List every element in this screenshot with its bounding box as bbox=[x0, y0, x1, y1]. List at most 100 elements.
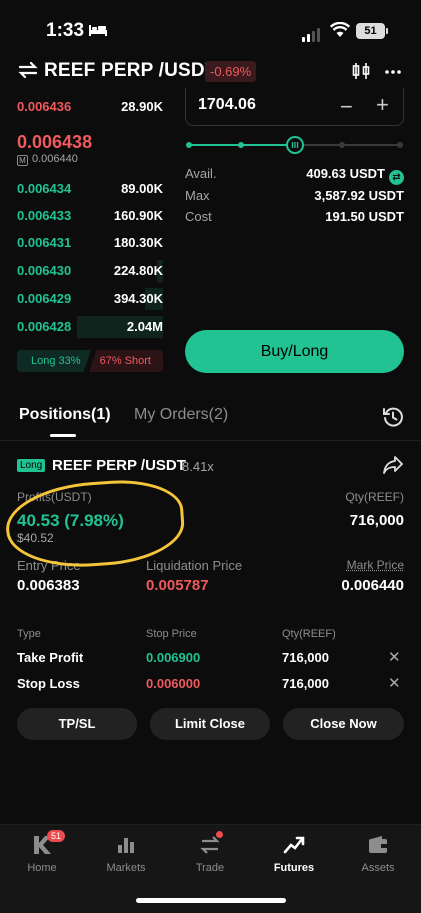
more-options-icon[interactable] bbox=[385, 70, 401, 74]
bid-row[interactable]: 0.006433 160.90K bbox=[17, 205, 163, 227]
avail-value-row: 409.63 USDT ⇄ bbox=[306, 166, 404, 185]
nav-futures[interactable]: Futures bbox=[259, 832, 329, 874]
mark-price-icon: M bbox=[17, 155, 28, 166]
quantity-decrease-button[interactable]: − bbox=[340, 94, 353, 120]
stop-loss-qty: 716,000 bbox=[282, 676, 329, 691]
bid-qty: 394.30K bbox=[113, 291, 163, 306]
swap-pair-icon[interactable] bbox=[18, 62, 38, 78]
cancel-take-profit-icon[interactable]: ✕ bbox=[388, 648, 401, 666]
bid-qty: 160.90K bbox=[113, 208, 163, 223]
qty-label: Qty(REEF) bbox=[345, 490, 404, 504]
notification-badge: 51 bbox=[47, 830, 66, 842]
trading-pair-title[interactable]: REEF PERP /USDT bbox=[44, 60, 217, 82]
mark-price-label[interactable]: Mark Price bbox=[347, 558, 404, 572]
stop-loss-type: Stop Loss bbox=[17, 676, 80, 691]
cost-label: Cost bbox=[185, 209, 212, 224]
slider-thumb[interactable] bbox=[286, 136, 304, 154]
bid-row[interactable]: 0.006431 180.30K bbox=[17, 232, 163, 254]
bid-row[interactable]: 0.006430 224.80K bbox=[17, 260, 163, 282]
home-indicator bbox=[136, 898, 286, 903]
wifi-icon bbox=[330, 22, 350, 37]
take-profit-price: 0.006900 bbox=[146, 650, 201, 665]
tab-positions[interactable]: Positions(1) bbox=[19, 406, 111, 424]
last-price: 0.006438 bbox=[17, 132, 93, 152]
transfer-icon[interactable]: ⇄ bbox=[389, 170, 404, 185]
slider-step-dot[interactable] bbox=[186, 142, 192, 148]
bid-row[interactable]: 0.006434 89.00K bbox=[17, 178, 163, 200]
close-now-button[interactable]: Close Now bbox=[283, 708, 404, 740]
bid-qty: 2.04M bbox=[126, 319, 163, 334]
liquidation-price-label: Liquidation Price bbox=[146, 558, 243, 573]
nav-home[interactable]: Home bbox=[7, 832, 77, 874]
mark-price-value: 0.006440 bbox=[341, 577, 404, 594]
bid-row[interactable]: 0.006429 394.30K bbox=[17, 288, 163, 310]
max-label: Max bbox=[185, 188, 210, 203]
share-icon[interactable] bbox=[382, 455, 404, 475]
avail-value: 409.63 USDT bbox=[306, 166, 385, 181]
status-time: 1:33 bbox=[46, 20, 85, 41]
bid-row[interactable]: 0.006428 2.04M bbox=[17, 316, 163, 338]
avail-label: Avail. bbox=[185, 166, 217, 181]
trade-notification-dot bbox=[216, 831, 223, 838]
nav-home-label: Home bbox=[27, 862, 57, 874]
bid-price: 0.006434 bbox=[17, 181, 72, 196]
active-tab-indicator bbox=[50, 434, 76, 437]
nav-assets[interactable]: Assets bbox=[343, 832, 413, 874]
slider-grip-icon bbox=[291, 142, 299, 148]
cost-value: 191.50 USDT bbox=[325, 209, 404, 224]
ask-price: 0.006436 bbox=[17, 99, 72, 114]
stop-loss-price: 0.006000 bbox=[146, 676, 201, 691]
position-pair: REEF PERP /USDT bbox=[52, 457, 186, 474]
bid-price: 0.006429 bbox=[17, 291, 72, 306]
markets-icon bbox=[118, 838, 134, 853]
tab-my-orders[interactable]: My Orders(2) bbox=[134, 406, 228, 424]
cancel-stop-loss-icon[interactable]: ✕ bbox=[388, 674, 401, 692]
slider-step-dot[interactable] bbox=[397, 142, 403, 148]
limit-close-button[interactable]: Limit Close bbox=[150, 708, 270, 740]
type-header: Type bbox=[17, 628, 41, 640]
qty-value: 716,000 bbox=[349, 512, 404, 529]
sleep-focus-icon bbox=[89, 25, 107, 36]
nav-futures-label: Futures bbox=[273, 862, 315, 874]
history-icon[interactable] bbox=[382, 406, 404, 428]
mark-price-value: 0.006440 bbox=[32, 153, 78, 165]
long-short-ratio: Long 33% 67% Short bbox=[17, 350, 163, 372]
qty-header: Qty(REEF) bbox=[282, 628, 336, 640]
nav-trade-label: Trade bbox=[195, 862, 225, 874]
short-ratio: 67% Short bbox=[89, 350, 163, 372]
max-value: 3,587.92 USDT bbox=[314, 188, 404, 203]
bid-price: 0.006428 bbox=[17, 319, 72, 334]
mark-price-small: M 0.006440 bbox=[17, 153, 78, 166]
stop-price-header: Stop Price bbox=[146, 628, 197, 640]
price-change-badge: -0.69% bbox=[205, 61, 257, 82]
take-profit-qty: 716,000 bbox=[282, 650, 329, 665]
battery-icon: 51 bbox=[356, 23, 385, 39]
entry-price-value: 0.006383 bbox=[17, 577, 80, 594]
cellular-signal-icon bbox=[302, 24, 322, 42]
bid-price: 0.006433 bbox=[17, 208, 72, 223]
bid-price: 0.006430 bbox=[17, 263, 72, 278]
trade-icon bbox=[200, 836, 220, 854]
battery-tip bbox=[386, 28, 388, 34]
quantity-increase-button[interactable]: + bbox=[376, 92, 389, 118]
liquidation-price-value: 0.005787 bbox=[146, 577, 209, 594]
buy-long-button[interactable]: Buy/Long bbox=[185, 330, 404, 373]
bid-qty: 89.00K bbox=[121, 181, 163, 196]
futures-icon bbox=[283, 836, 305, 854]
candlestick-chart-icon[interactable] bbox=[352, 62, 370, 80]
ask-row[interactable]: 0.006436 28.90K bbox=[17, 96, 163, 118]
slider-step-dot[interactable] bbox=[339, 142, 345, 148]
position-leverage: 8.41x bbox=[182, 459, 214, 474]
bid-qty: 180.30K bbox=[113, 235, 163, 250]
nav-trade[interactable]: Trade bbox=[175, 832, 245, 874]
divider bbox=[0, 440, 421, 441]
take-profit-type: Take Profit bbox=[17, 650, 84, 665]
quantity-input[interactable]: 1704.06 bbox=[198, 96, 256, 114]
tpsl-button[interactable]: TP/SL bbox=[17, 708, 137, 740]
long-ratio: Long 33% bbox=[17, 350, 91, 372]
slider-step-dot[interactable] bbox=[238, 142, 244, 148]
wallet-icon bbox=[369, 836, 387, 853]
nav-markets[interactable]: Markets bbox=[91, 832, 161, 874]
nav-assets-label: Assets bbox=[361, 862, 395, 874]
bid-price: 0.006431 bbox=[17, 235, 72, 250]
